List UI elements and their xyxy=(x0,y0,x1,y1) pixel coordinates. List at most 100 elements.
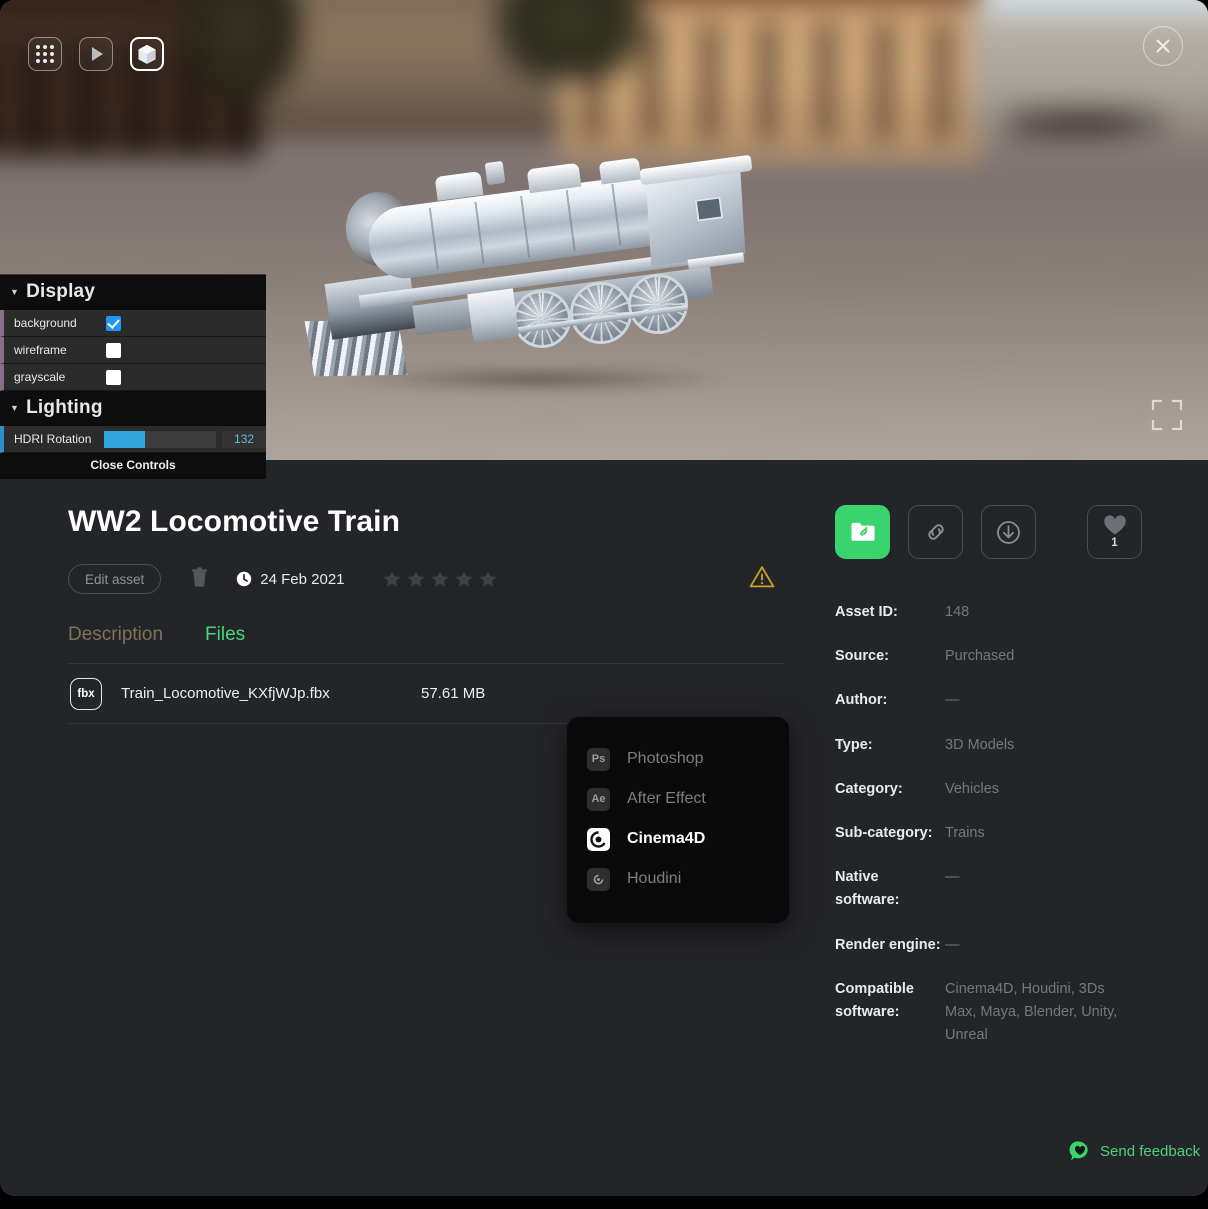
feedback-icon xyxy=(1069,1140,1091,1162)
fullscreen-icon xyxy=(1150,398,1184,432)
link-icon xyxy=(923,519,949,545)
control-row-hdri-rotation[interactable]: HDRI Rotation 132 xyxy=(0,426,266,453)
info-value: Trains xyxy=(945,822,985,845)
control-row-wireframe[interactable]: wireframe xyxy=(0,337,266,364)
clock-icon xyxy=(236,571,252,587)
delete-asset-button[interactable] xyxy=(191,567,208,592)
download-icon xyxy=(995,519,1022,546)
asset-date: 24 Feb 2021 xyxy=(236,571,344,588)
info-value: Vehicles xyxy=(945,778,999,801)
viewer-play-button[interactable] xyxy=(79,37,113,71)
software-menu-label: Photoshop xyxy=(627,750,704,768)
star-icon[interactable] xyxy=(455,570,473,588)
info-key: Source: xyxy=(835,645,945,668)
info-row-render-engine: Render engine: — xyxy=(835,934,1155,957)
houdini-icon xyxy=(587,868,610,891)
favorite-button[interactable]: 1 xyxy=(1087,505,1142,559)
checkbox-grayscale[interactable] xyxy=(106,370,121,385)
open-folder-button[interactable] xyxy=(835,505,890,559)
lighting-section-header[interactable]: ▼ Lighting xyxy=(0,391,266,426)
fullscreen-button[interactable] xyxy=(1150,398,1184,432)
rating-stars[interactable] xyxy=(383,570,497,588)
download-button[interactable] xyxy=(981,505,1036,559)
hdri-rotation-value[interactable]: 132 xyxy=(222,431,266,448)
control-label-wireframe: wireframe xyxy=(14,343,106,357)
checkbox-background[interactable] xyxy=(106,316,121,331)
info-value: — xyxy=(945,934,960,957)
send-feedback-label: Send feedback xyxy=(1100,1143,1200,1160)
warning-icon xyxy=(749,565,775,589)
viewer-toolbar xyxy=(28,37,164,71)
software-menu-item-after-effect[interactable]: Ae After Effect xyxy=(567,779,789,819)
folder-link-icon xyxy=(850,521,876,543)
info-key: Asset ID: xyxy=(835,601,945,624)
control-label-hdri-rotation: HDRI Rotation xyxy=(14,432,104,446)
copy-link-button[interactable] xyxy=(908,505,963,559)
software-dropdown-menu[interactable]: Ps Photoshop Ae After Effect Ci xyxy=(567,717,789,923)
display-section-header[interactable]: ▼ Display xyxy=(0,275,266,310)
info-row-source: Source: Purchased xyxy=(835,645,1155,668)
asset-info-list: Asset ID: 148 Source: Purchased Author: … xyxy=(835,601,1155,1047)
page-title: WW2 Locomotive Train xyxy=(68,505,788,539)
asset-meta-row: Edit asset 24 Feb 2021 xyxy=(68,564,788,594)
play-icon xyxy=(92,47,103,61)
display-section-title: Display xyxy=(26,281,95,303)
close-viewer-button[interactable] xyxy=(1143,26,1183,66)
fbx-file-icon: fbx xyxy=(70,678,102,710)
checkbox-wireframe[interactable] xyxy=(106,343,121,358)
info-row-sub-category: Sub-category: Trains xyxy=(835,822,1155,845)
asset-details-body: WW2 Locomotive Train Edit asset 24 F xyxy=(0,460,1208,1196)
locomotive-3d-model[interactable] xyxy=(318,160,778,410)
asset-tabs: Description Files xyxy=(68,624,788,646)
info-row-type: Type: 3D Models xyxy=(835,734,1155,757)
info-row-compatible-software: Compatible software: Cinema4D, Houdini, … xyxy=(835,978,1155,1048)
software-menu-item-houdini[interactable]: Houdini xyxy=(567,859,789,899)
info-key: Compatible software: xyxy=(835,978,945,1048)
asset-main-column: WW2 Locomotive Train Edit asset 24 F xyxy=(68,505,788,724)
info-value: Cinema4D, Houdini, 3Ds Max, Maya, Blende… xyxy=(945,978,1130,1048)
tab-files[interactable]: Files xyxy=(205,624,245,646)
star-icon[interactable] xyxy=(431,570,449,588)
file-size: 57.61 MB xyxy=(421,685,485,702)
lighting-section-title: Lighting xyxy=(26,397,103,419)
control-row-background[interactable]: background xyxy=(0,310,266,337)
software-menu-item-photoshop[interactable]: Ps Photoshop xyxy=(567,739,789,779)
close-controls-button[interactable]: Close Controls xyxy=(0,453,266,479)
cinema4d-icon xyxy=(587,828,610,851)
control-row-grayscale[interactable]: grayscale xyxy=(0,364,266,391)
send-feedback-button[interactable]: Send feedback xyxy=(1069,1140,1200,1162)
hdri-rotation-slider[interactable] xyxy=(104,431,216,448)
info-key: Type: xyxy=(835,734,945,757)
asset-detail-modal: ▼ Display background wireframe grayscale… xyxy=(0,0,1208,1196)
star-icon[interactable] xyxy=(407,570,425,588)
asset-info-column: 1 Asset ID: 148 Source: Purchased Author… xyxy=(835,505,1155,1068)
star-icon[interactable] xyxy=(383,570,401,588)
warning-button[interactable] xyxy=(749,565,775,594)
viewer-grid-button[interactable] xyxy=(28,37,62,71)
info-key: Category: xyxy=(835,778,945,801)
star-icon[interactable] xyxy=(479,570,497,588)
info-row-category: Category: Vehicles xyxy=(835,778,1155,801)
houdini-glyph xyxy=(591,872,606,887)
info-value: 148 xyxy=(945,601,969,624)
info-value: — xyxy=(945,866,960,912)
files-table: fbx Train_Locomotive_KXfjWJp.fbx 57.61 M… xyxy=(68,663,785,724)
tab-description[interactable]: Description xyxy=(68,624,163,646)
viewer-3d-button[interactable] xyxy=(130,37,164,71)
info-row-author: Author: — xyxy=(835,689,1155,712)
software-menu-item-cinema4d[interactable]: Cinema4D xyxy=(567,819,789,859)
info-value: 3D Models xyxy=(945,734,1014,757)
after-effects-icon: Ae xyxy=(587,788,610,811)
info-value: Purchased xyxy=(945,645,1014,668)
close-icon xyxy=(1153,36,1173,56)
info-row-asset-id: Asset ID: 148 xyxy=(835,601,1155,624)
cube-icon xyxy=(137,44,157,65)
edit-asset-button[interactable]: Edit asset xyxy=(68,564,161,594)
table-row[interactable]: fbx Train_Locomotive_KXfjWJp.fbx 57.61 M… xyxy=(68,664,785,724)
viewer-controls-panel: ▼ Display background wireframe grayscale… xyxy=(0,274,266,479)
software-menu-label: After Effect xyxy=(627,790,706,808)
info-value: — xyxy=(945,689,960,712)
info-key: Author: xyxy=(835,689,945,712)
grid-icon xyxy=(36,45,54,63)
favorite-count: 1 xyxy=(1111,537,1117,549)
